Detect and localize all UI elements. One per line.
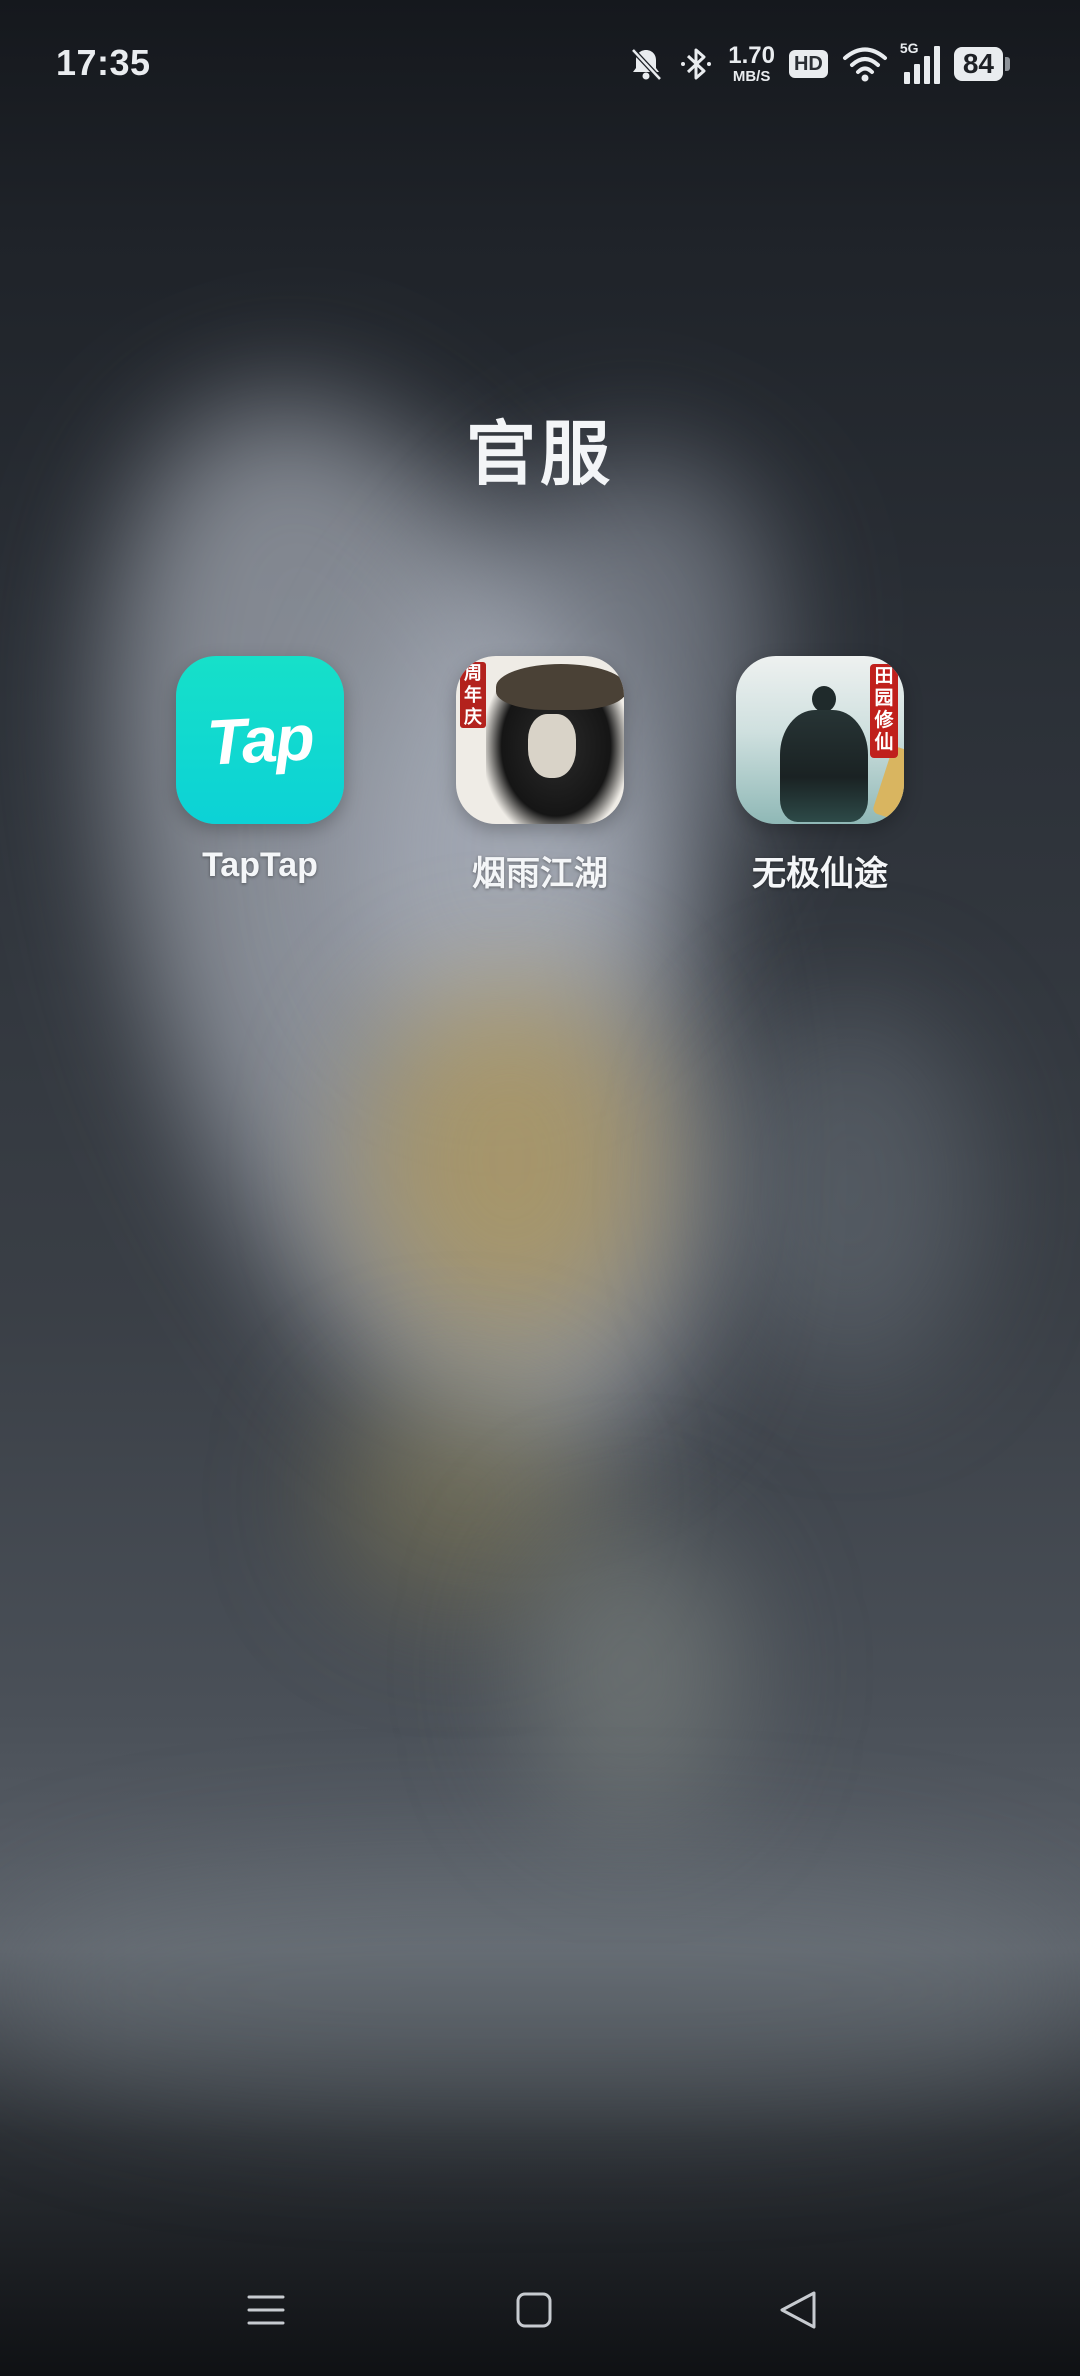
network-speed-value: 1.70: [728, 42, 775, 69]
app-yanyu-jianghu[interactable]: 周年庆 烟雨江湖: [420, 656, 660, 895]
network-speed-unit: MB/S: [732, 68, 771, 85]
navigation-bar: [0, 2246, 1080, 2376]
signal-bar: [913, 64, 920, 84]
icon-art-figure: [776, 686, 872, 824]
menu-icon: [246, 2290, 286, 2335]
home-button[interactable]: [494, 2272, 574, 2352]
wallpaper-blur-shape: [720, 1000, 980, 1380]
battery-tip: [1005, 57, 1010, 71]
status-bar: 17:35 1.70 MB/S HD 5G 84: [0, 0, 1080, 130]
taptap-wordmark: Tap: [205, 701, 315, 779]
status-time: 17:35: [56, 42, 151, 83]
app-label[interactable]: 无极仙途: [700, 846, 940, 895]
wallpaper-blur-shape: [520, 1520, 740, 1820]
folder-app-grid: Tap TapTap 周年庆 烟雨江湖 田园修仙 无极仙途: [140, 656, 940, 916]
folder-title[interactable]: 官服: [0, 398, 1080, 499]
cellular-signal-icon: 5G: [900, 40, 940, 84]
app-label[interactable]: TapTap: [140, 846, 380, 885]
hd-badge: HD: [788, 50, 828, 78]
back-icon: [776, 2288, 820, 2337]
wallpaper-blur-shape: [0, 1860, 1080, 2120]
menu-button[interactable]: [226, 2272, 306, 2352]
status-icons: 1.70 MB/S HD 5G 84: [626, 38, 1010, 90]
wallpaper: [0, 0, 1080, 2376]
wifi-icon: [842, 45, 888, 83]
icon-art-head: [812, 686, 836, 712]
app-label[interactable]: 烟雨江湖: [420, 846, 660, 895]
wallpaper-blur-shape: [360, 980, 660, 1340]
signal-bar: [903, 72, 910, 84]
app-wuji-xiantu[interactable]: 田园修仙 无极仙途: [700, 656, 940, 895]
tianyuan-seal: 田园修仙: [870, 664, 898, 758]
anniversary-stamp: 周年庆: [460, 662, 486, 728]
yanyu-jianghu-app-icon[interactable]: 周年庆: [456, 656, 624, 824]
network-type: 5G: [899, 40, 919, 56]
icon-art-face: [528, 714, 576, 778]
back-button[interactable]: [758, 2272, 838, 2352]
taptap-app-icon[interactable]: Tap: [176, 656, 344, 824]
mute-bell-icon: [626, 44, 666, 84]
icon-art-robe: [780, 710, 868, 822]
battery-level: 84: [953, 47, 1003, 81]
battery-icon: 84: [953, 47, 1010, 81]
home-icon: [514, 2290, 554, 2335]
wuji-xiantu-app-icon[interactable]: 田园修仙: [736, 656, 904, 824]
bluetooth-icon: [680, 44, 714, 84]
icon-art-hat: [496, 664, 624, 710]
app-taptap[interactable]: Tap TapTap: [140, 656, 380, 885]
network-speed: 1.70 MB/S: [728, 42, 775, 85]
signal-bar: [933, 46, 940, 84]
signal-bar: [923, 56, 930, 84]
